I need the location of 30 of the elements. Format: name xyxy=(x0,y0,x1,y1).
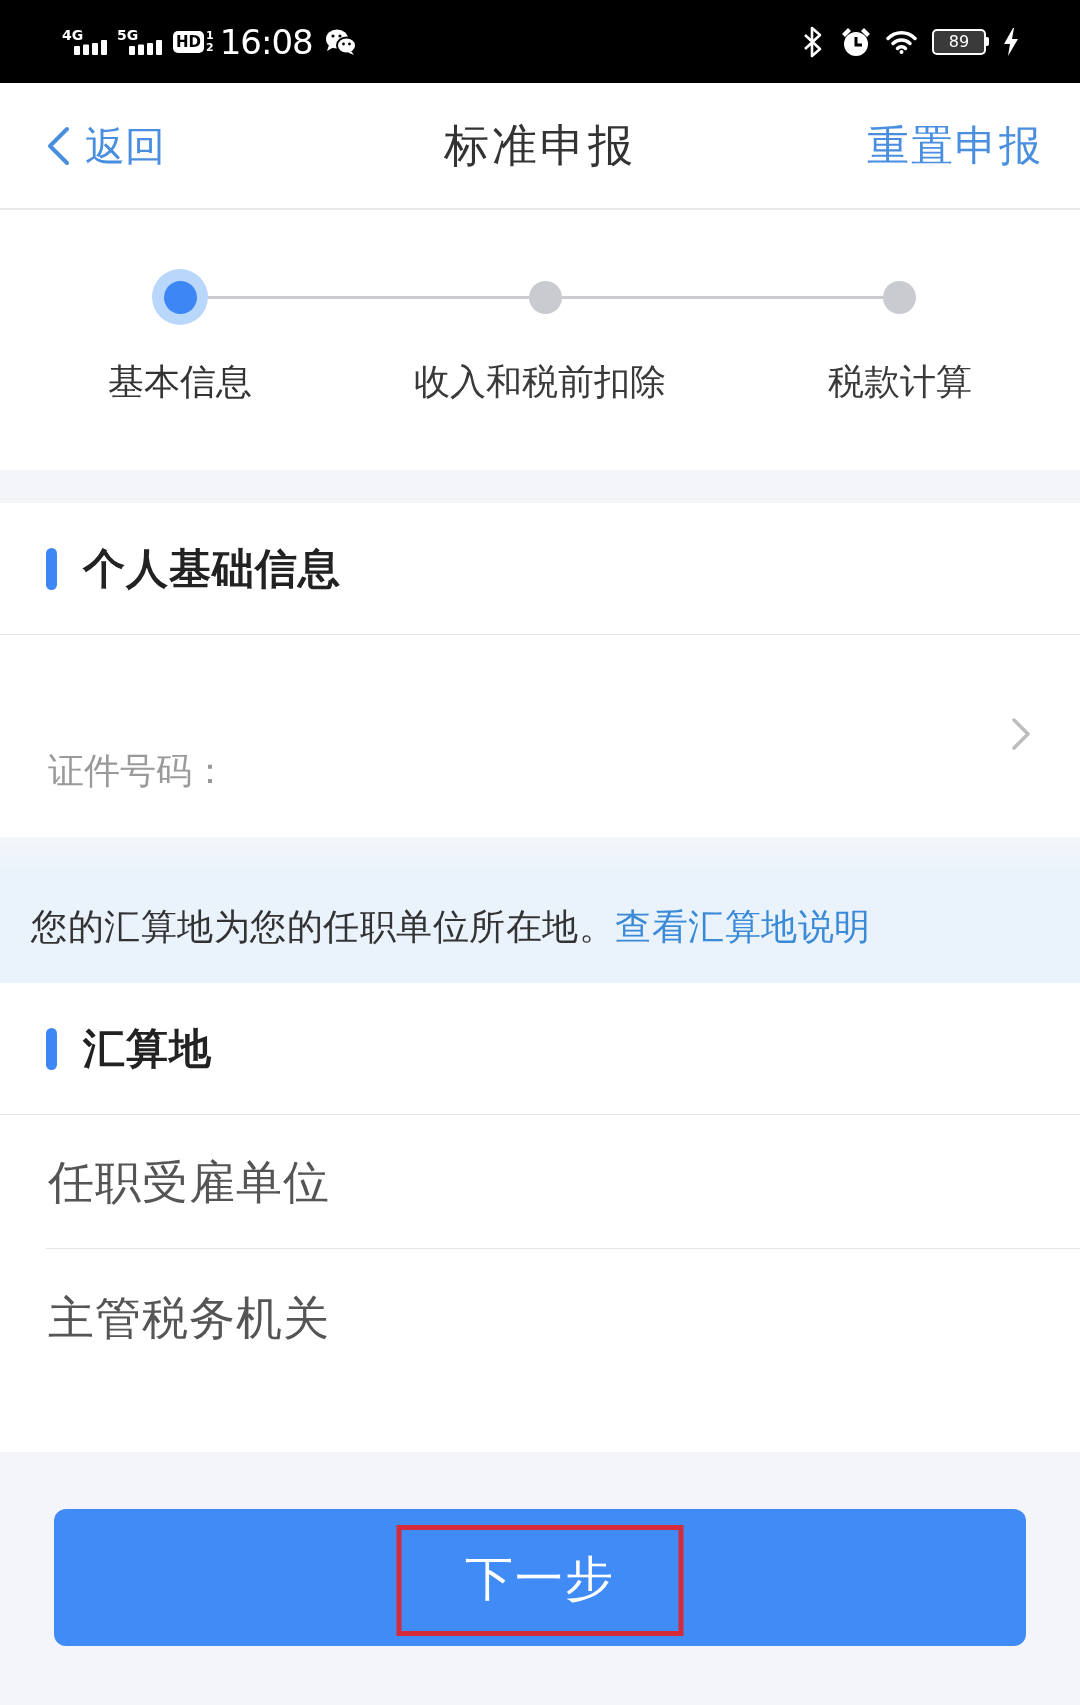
chevron-right-icon[interactable] xyxy=(1011,718,1031,750)
chat-bubbles-icon xyxy=(324,27,357,56)
next-button[interactable]: 下一步 xyxy=(54,1509,1026,1646)
signal-bars-icon xyxy=(129,40,163,55)
reset-button[interactable]: 重置申报 xyxy=(867,118,1043,173)
explanation-link[interactable]: 查看汇算地说明 xyxy=(615,906,871,947)
hd-badge: HD xyxy=(173,30,204,53)
alarm-clock-icon xyxy=(841,26,871,57)
status-time: 16:08 xyxy=(219,21,313,62)
id-number-label: 证件号码： xyxy=(48,749,228,793)
battery-indicator: 89 xyxy=(932,28,989,55)
sim-slot-label: 1 2 xyxy=(206,29,214,54)
step-label: 收入和税前扣除 xyxy=(414,360,666,404)
charging-bolt-icon xyxy=(1003,27,1019,56)
wifi-icon xyxy=(886,29,917,54)
row-label: 主管税务机关 xyxy=(48,1290,330,1347)
network-type-label: 4G xyxy=(62,28,85,42)
page-title: 标准申报 xyxy=(444,117,636,174)
step-label: 基本信息 xyxy=(108,360,252,404)
chevron-left-icon xyxy=(45,125,71,166)
section-title: 汇算地 xyxy=(83,1022,212,1075)
signal-bars-icon xyxy=(74,40,108,55)
section-marker-icon xyxy=(46,1027,57,1070)
section-title: 个人基础信息 xyxy=(83,542,341,595)
row-label: 任职受雇单位 xyxy=(48,1153,330,1211)
section-marker-icon xyxy=(46,547,57,590)
step-label: 税款计算 xyxy=(828,360,972,404)
back-button[interactable]: 返回 xyxy=(45,119,165,172)
network-type-label: 5G xyxy=(117,28,140,42)
notice-text: 您的汇算地为您的任职单位所在地。查看汇算地说明 xyxy=(31,905,871,949)
